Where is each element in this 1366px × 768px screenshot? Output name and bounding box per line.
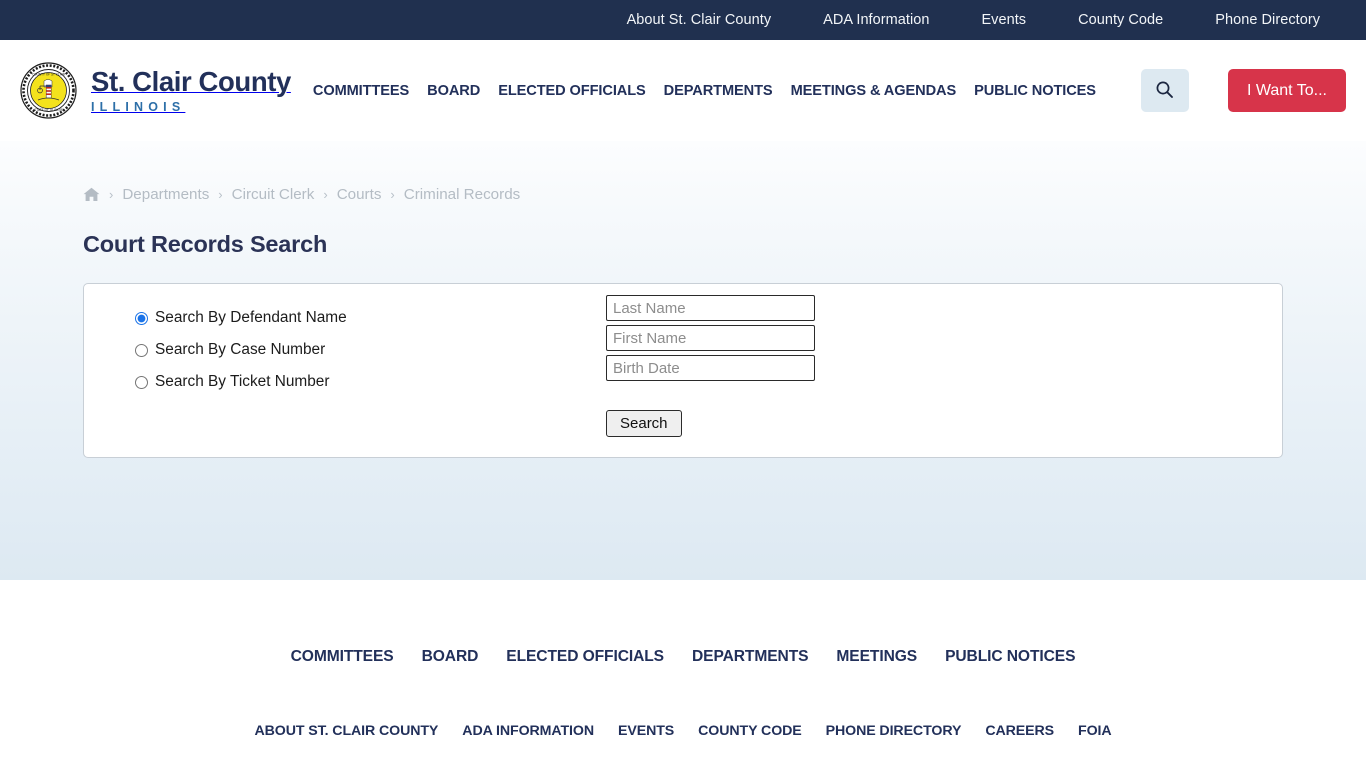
radio-search-by-case-number[interactable] xyxy=(135,343,148,357)
last-name-input[interactable] xyxy=(606,295,815,321)
topbar-link-about[interactable]: About St. Clair County xyxy=(627,12,772,28)
first-name-input[interactable] xyxy=(606,325,815,351)
site-header: COUNTY OF ST CLAIR STATE OF ILLINOIS St.… xyxy=(0,40,1366,141)
breadcrumb-circuit-clerk[interactable]: Circuit Clerk xyxy=(232,186,315,203)
search-icon xyxy=(1155,80,1174,102)
footer-foia[interactable]: FOIA xyxy=(1078,723,1112,739)
search-submit-button[interactable]: Search xyxy=(606,410,682,437)
topbar-link-county-code[interactable]: County Code xyxy=(1078,12,1163,28)
footer-elected-officials[interactable]: ELECTED OFFICIALS xyxy=(506,648,664,666)
page-title: Court Records Search xyxy=(83,231,328,257)
nav-elected-officials[interactable]: ELECTED OFFICIALS xyxy=(498,83,646,99)
county-seal-icon: COUNTY OF ST CLAIR STATE OF ILLINOIS xyxy=(20,62,77,119)
radio-search-by-ticket-number[interactable] xyxy=(135,375,148,389)
footer-primary-navigation: COMMITTEES BOARD ELECTED OFFICIALS DEPAR… xyxy=(0,648,1366,666)
footer-about-st-clair-county[interactable]: ABOUT ST. CLAIR COUNTY xyxy=(254,723,438,739)
footer-committees[interactable]: COMMITTEES xyxy=(291,648,394,666)
nav-departments[interactable]: DEPARTMENTS xyxy=(664,83,773,99)
radio-label-case-number[interactable]: Search By Case Number xyxy=(155,341,325,359)
header-actions: I Want To... xyxy=(1140,69,1346,112)
topbar-link-phone-directory[interactable]: Phone Directory xyxy=(1215,12,1320,28)
nav-committees[interactable]: COMMITTEES xyxy=(313,83,409,99)
radio-search-by-defendant-name[interactable] xyxy=(135,311,148,325)
footer-secondary-navigation: ABOUT ST. CLAIR COUNTY ADA INFORMATION E… xyxy=(0,723,1366,739)
search-fields-column: Search xyxy=(606,284,815,457)
footer-board[interactable]: BOARD xyxy=(422,648,479,666)
radio-row-ticket-number[interactable]: Search By Ticket Number xyxy=(135,366,554,398)
main-navigation: COMMITTEES BOARD ELECTED OFFICIALS DEPAR… xyxy=(313,83,1141,99)
content-band: › Departments › Circuit Clerk › Courts ›… xyxy=(0,141,1366,580)
breadcrumb: › Departments › Circuit Clerk › Courts ›… xyxy=(0,141,1366,203)
nav-meetings-agendas[interactable]: MEETINGS & AGENDAS xyxy=(791,83,957,99)
birth-date-input[interactable] xyxy=(606,355,815,381)
radio-label-defendant-name[interactable]: Search By Defendant Name xyxy=(155,309,347,327)
breadcrumb-courts[interactable]: Courts xyxy=(337,186,382,203)
footer-departments[interactable]: DEPARTMENTS xyxy=(692,648,809,666)
svg-text:STATE OF ILLINOIS: STATE OF ILLINOIS xyxy=(34,108,62,112)
breadcrumb-current-criminal-records: Criminal Records xyxy=(403,186,521,203)
brand-title: St. Clair County xyxy=(91,66,291,97)
breadcrumb-separator-icon: › xyxy=(323,187,328,202)
site-footer: COMMITTEES BOARD ELECTED OFFICIALS DEPAR… xyxy=(0,580,1366,739)
nav-public-notices[interactable]: PUBLIC NOTICES xyxy=(974,83,1096,99)
breadcrumb-departments[interactable]: Departments xyxy=(122,186,209,203)
brand-text: St. Clair County ILLINOIS xyxy=(91,68,291,113)
breadcrumb-separator-icon: › xyxy=(109,187,114,202)
court-records-search-panel: Search By Defendant Name Search By Case … xyxy=(83,283,1283,458)
footer-meetings[interactable]: MEETINGS xyxy=(836,648,917,666)
top-utility-bar: About St. Clair County ADA Information E… xyxy=(0,0,1366,40)
breadcrumb-separator-icon: › xyxy=(218,187,223,202)
footer-ada-information[interactable]: ADA INFORMATION xyxy=(462,723,594,739)
topbar-link-events[interactable]: Events xyxy=(981,12,1026,28)
footer-county-code[interactable]: COUNTY CODE xyxy=(698,723,802,739)
footer-careers[interactable]: CAREERS xyxy=(985,723,1054,739)
breadcrumb-home-icon[interactable] xyxy=(83,187,100,202)
nav-board[interactable]: BOARD xyxy=(427,83,480,99)
site-logo[interactable]: COUNTY OF ST CLAIR STATE OF ILLINOIS St.… xyxy=(20,62,291,119)
search-toggle-button[interactable] xyxy=(1140,69,1189,112)
search-type-radio-group: Search By Defendant Name Search By Case … xyxy=(84,284,554,457)
i-want-to-button[interactable]: I Want To... xyxy=(1227,69,1346,112)
topbar-link-ada[interactable]: ADA Information xyxy=(823,12,929,28)
footer-phone-directory[interactable]: PHONE DIRECTORY xyxy=(826,723,962,739)
svg-text:COUNTY OF ST CLAIR: COUNTY OF ST CLAIR xyxy=(32,73,66,77)
brand-subtitle: ILLINOIS xyxy=(91,99,186,114)
breadcrumb-separator-icon: › xyxy=(390,187,395,202)
footer-events[interactable]: EVENTS xyxy=(618,723,674,739)
radio-row-case-number[interactable]: Search By Case Number xyxy=(135,334,554,366)
radio-label-ticket-number[interactable]: Search By Ticket Number xyxy=(155,373,330,391)
footer-public-notices[interactable]: PUBLIC NOTICES xyxy=(945,648,1075,666)
radio-row-defendant-name[interactable]: Search By Defendant Name xyxy=(135,302,554,334)
